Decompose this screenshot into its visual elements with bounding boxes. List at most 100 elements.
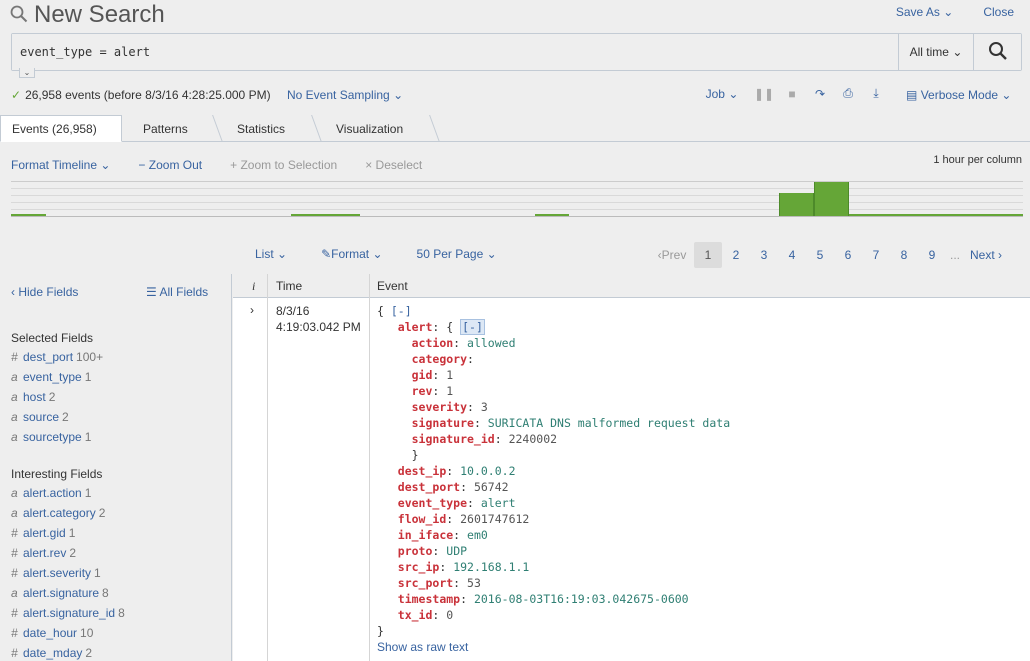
- share-icon[interactable]: ↷: [806, 87, 834, 101]
- field-item[interactable]: # alert.gid 1: [11, 526, 75, 540]
- pager-ellipsis: ...: [949, 248, 960, 262]
- search-button[interactable]: [974, 34, 1021, 70]
- zoom-out-button[interactable]: − Zoom Out: [138, 158, 202, 172]
- field-item[interactable]: # date_hour 10: [11, 626, 93, 640]
- close-button[interactable]: Close: [983, 5, 1014, 19]
- field-item[interactable]: # alert.severity 1: [11, 566, 101, 580]
- collapse-toggle[interactable]: [-]: [391, 304, 412, 318]
- json-key[interactable]: timestamp: [398, 592, 460, 606]
- tab-statistics[interactable]: Statistics: [237, 115, 317, 142]
- json-value[interactable]: 2601747612: [460, 512, 529, 526]
- format-timeline-button[interactable]: Format Timeline ⌄: [11, 158, 110, 172]
- page-button[interactable]: 4: [778, 242, 806, 268]
- per-page-dropdown[interactable]: 50 Per Page ⌄: [417, 247, 497, 261]
- field-item[interactable]: a alert.action 1: [11, 486, 91, 500]
- hide-fields-button[interactable]: ‹ Hide Fields: [11, 285, 78, 299]
- page-button[interactable]: 7: [862, 242, 890, 268]
- timeline-bar[interactable]: [11, 214, 46, 216]
- page-button[interactable]: 2: [722, 242, 750, 268]
- save-as-button[interactable]: Save As ⌄: [896, 5, 953, 19]
- event-timeline[interactable]: [11, 181, 1023, 217]
- json-key[interactable]: proto: [398, 544, 433, 558]
- json-value[interactable]: 10.0.0.2: [460, 464, 515, 478]
- page-button[interactable]: 9: [918, 242, 946, 268]
- json-key[interactable]: alert: [398, 320, 433, 334]
- field-item[interactable]: a alert.category 2: [11, 506, 105, 520]
- tab-visualization[interactable]: Visualization: [336, 115, 432, 142]
- json-key[interactable]: dest_ip: [398, 464, 446, 478]
- field-item[interactable]: a sourcetype 1: [11, 430, 91, 444]
- json-key[interactable]: tx_id: [398, 608, 433, 622]
- field-item[interactable]: # alert.signature_id 8: [11, 606, 125, 620]
- json-value[interactable]: UDP: [446, 544, 467, 558]
- tab-patterns[interactable]: Patterns: [143, 115, 223, 142]
- field-item[interactable]: a event_type 1: [11, 370, 91, 384]
- json-key[interactable]: severity: [412, 400, 467, 414]
- timeline-bar[interactable]: [779, 193, 814, 216]
- json-key[interactable]: flow_id: [398, 512, 446, 526]
- page-button[interactable]: 8: [890, 242, 918, 268]
- show-raw-text-link[interactable]: Show as raw text: [377, 640, 468, 654]
- time-column-header[interactable]: Time: [276, 274, 302, 298]
- json-value[interactable]: SURICATA DNS malformed request data: [488, 416, 730, 430]
- list-dropdown[interactable]: List ⌄: [255, 247, 287, 261]
- job-menu[interactable]: Job ⌄: [694, 87, 750, 101]
- json-value[interactable]: 1: [446, 384, 453, 398]
- timeline-bar[interactable]: [814, 182, 849, 216]
- page-button[interactable]: 6: [834, 242, 862, 268]
- json-key[interactable]: dest_port: [398, 480, 460, 494]
- export-icon[interactable]: ⤓: [862, 86, 890, 101]
- pause-icon[interactable]: ❚❚: [750, 87, 778, 101]
- json-key[interactable]: rev: [412, 384, 433, 398]
- page-button[interactable]: 5: [806, 242, 834, 268]
- page-button[interactable]: 3: [750, 242, 778, 268]
- json-field-line: in_iface: em0: [397, 528, 488, 542]
- search-input[interactable]: [12, 34, 899, 70]
- json-key[interactable]: signature_id: [412, 432, 495, 446]
- json-value[interactable]: 192.168.1.1: [453, 560, 529, 574]
- json-value[interactable]: alert: [481, 496, 516, 510]
- json-value[interactable]: 2016-08-03T16:19:03.042675-0600: [474, 592, 689, 606]
- json-key[interactable]: src_ip: [398, 560, 440, 574]
- json-key[interactable]: signature: [412, 416, 474, 430]
- json-value[interactable]: 56742: [474, 480, 509, 494]
- stop-icon[interactable]: ■: [778, 87, 806, 101]
- json-key[interactable]: gid: [412, 368, 433, 382]
- timeline-bar[interactable]: [849, 214, 1023, 216]
- timeline-bar[interactable]: [535, 214, 569, 216]
- time-range-picker[interactable]: All time ⌄: [899, 34, 974, 70]
- next-page-button[interactable]: Next ›: [964, 242, 1008, 268]
- json-value[interactable]: 1: [446, 368, 453, 382]
- json-key[interactable]: action: [412, 336, 454, 350]
- all-fields-button[interactable]: ☰ All Fields: [146, 285, 208, 299]
- json-key[interactable]: event_type: [398, 496, 467, 510]
- event-sampling-dropdown[interactable]: No Event Sampling ⌄: [287, 88, 403, 102]
- json-key[interactable]: src_port: [398, 576, 453, 590]
- json-key[interactable]: in_iface: [398, 528, 453, 542]
- json-value[interactable]: 0: [446, 608, 453, 622]
- deselect-button[interactable]: × Deselect: [365, 158, 422, 172]
- page-button[interactable]: 1: [694, 242, 722, 268]
- json-value[interactable]: allowed: [467, 336, 515, 350]
- format-dropdown[interactable]: ✎Format ⌄: [321, 247, 382, 261]
- search-mode-dropdown[interactable]: ▤ Verbose Mode ⌄: [906, 88, 1011, 102]
- json-value[interactable]: 53: [467, 576, 481, 590]
- field-item[interactable]: a host 2: [11, 390, 55, 404]
- search-assistant-toggle[interactable]: ⌄: [19, 68, 35, 78]
- print-icon[interactable]: ⎙: [834, 86, 862, 101]
- prev-page-button[interactable]: ‹ Prev: [650, 242, 694, 268]
- json-key[interactable]: category: [412, 352, 467, 366]
- json-value[interactable]: em0: [467, 528, 488, 542]
- field-item[interactable]: a alert.signature 8: [11, 586, 109, 600]
- field-item[interactable]: a source 2: [11, 410, 69, 424]
- zoom-to-selection-button[interactable]: + Zoom to Selection: [230, 158, 337, 172]
- field-item[interactable]: # dest_port 100+: [11, 350, 103, 364]
- expand-row-icon[interactable]: ›: [250, 303, 254, 317]
- field-item[interactable]: # date_mday 2: [11, 646, 92, 660]
- field-item[interactable]: # alert.rev 2: [11, 546, 76, 560]
- collapse-toggle[interactable]: [-]: [460, 319, 485, 335]
- tab-events[interactable]: Events (26,958): [0, 115, 122, 142]
- json-value[interactable]: 2240002: [509, 432, 557, 446]
- json-value[interactable]: 3: [481, 400, 488, 414]
- timeline-bar[interactable]: [291, 214, 360, 216]
